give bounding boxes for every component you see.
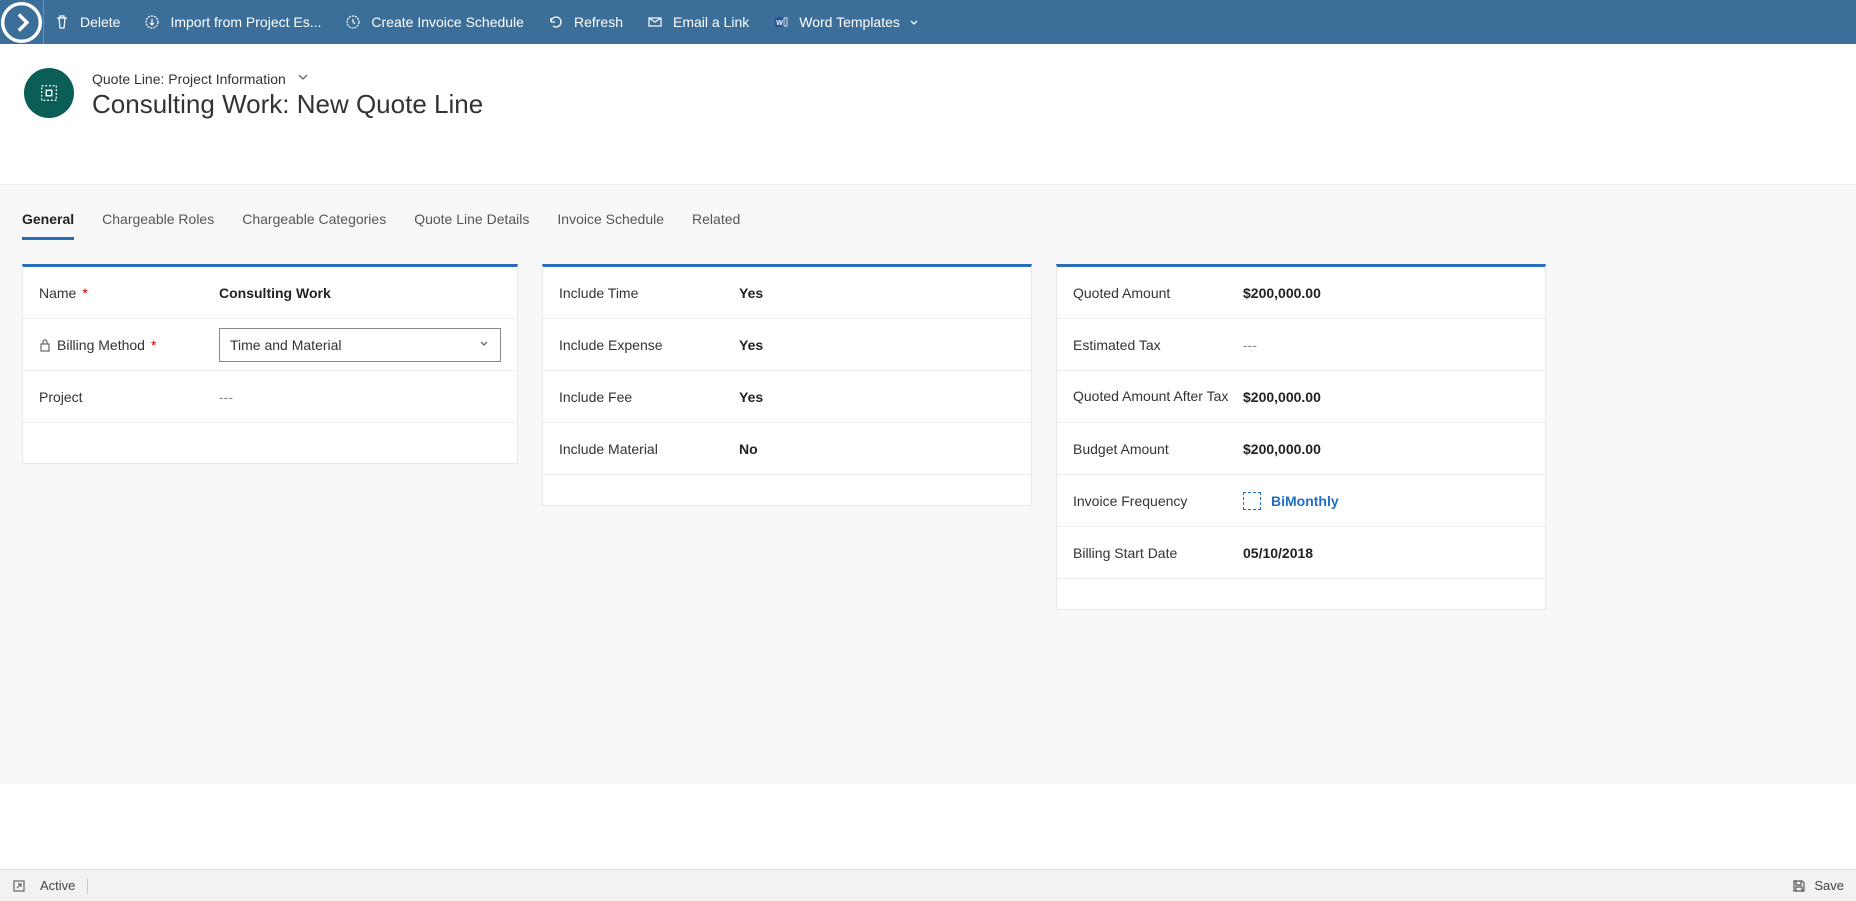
include-fee-field[interactable]: Yes — [739, 389, 1015, 405]
email-label: Email a Link — [673, 14, 749, 30]
quoted-after-tax-row: Quoted Amount After Tax $200,000.00 — [1057, 371, 1545, 423]
entity-badge — [24, 68, 74, 118]
tab-chargeable-categories[interactable]: Chargeable Categories — [242, 205, 386, 240]
estimated-tax-row: Estimated Tax --- — [1057, 319, 1545, 371]
invoice-frequency-lookup[interactable]: BiMonthly — [1243, 492, 1529, 510]
include-expense-label: Include Expense — [559, 337, 663, 353]
name-label: Name — [39, 285, 76, 301]
include-material-field[interactable]: No — [739, 441, 1015, 457]
include-material-row: Include Material No — [543, 423, 1031, 475]
lock-icon — [39, 338, 51, 352]
card-padding — [543, 475, 1031, 505]
budget-amount-field[interactable]: $200,000.00 — [1243, 441, 1529, 457]
include-fee-label: Include Fee — [559, 389, 632, 405]
form-body: General Chargeable Roles Chargeable Cate… — [0, 184, 1856, 784]
page-title: Consulting Work: New Quote Line — [92, 89, 483, 120]
billing-start-date-row: Billing Start Date 05/10/2018 — [1057, 527, 1545, 579]
billing-method-label: Billing Method — [57, 337, 145, 353]
budget-amount-row: Budget Amount $200,000.00 — [1057, 423, 1545, 475]
include-fee-row: Include Fee Yes — [543, 371, 1031, 423]
billing-start-date-field[interactable]: 05/10/2018 — [1243, 545, 1529, 561]
billing-method-select[interactable]: Time and Material — [219, 328, 501, 362]
estimated-tax-field[interactable]: --- — [1243, 337, 1529, 353]
save-button[interactable]: Save — [1792, 878, 1844, 893]
email-link-button[interactable]: Email a Link — [637, 0, 763, 44]
amounts-card: Quoted Amount $200,000.00 Estimated Tax … — [1056, 264, 1546, 610]
create-invoice-label: Create Invoice Schedule — [371, 14, 524, 30]
svg-text:W: W — [776, 20, 783, 27]
popout-icon[interactable] — [12, 879, 26, 893]
import-button[interactable]: Import from Project Es... — [134, 0, 335, 44]
divider — [87, 878, 88, 894]
delete-button[interactable]: Delete — [44, 0, 134, 44]
include-expense-row: Include Expense Yes — [543, 319, 1031, 371]
email-icon — [647, 14, 663, 30]
project-row: Project --- — [23, 371, 517, 423]
tab-invoice-schedule[interactable]: Invoice Schedule — [557, 205, 664, 240]
budget-amount-label: Budget Amount — [1073, 441, 1169, 457]
card-padding — [1057, 579, 1545, 609]
invoice-frequency-value: BiMonthly — [1271, 493, 1339, 509]
invoice-frequency-label: Invoice Frequency — [1073, 493, 1187, 509]
include-time-row: Include Time Yes — [543, 267, 1031, 319]
chevron-down-icon — [908, 16, 920, 28]
save-icon — [1792, 879, 1806, 893]
name-row: Name * Consulting Work — [23, 267, 517, 319]
billing-method-row: Billing Method * Time and Material — [23, 319, 517, 371]
include-expense-field[interactable]: Yes — [739, 337, 1015, 353]
card-padding — [23, 423, 517, 463]
include-material-label: Include Material — [559, 441, 658, 457]
quote-line-entity-icon — [38, 82, 60, 104]
trash-icon — [54, 14, 70, 30]
command-bar: Delete Import from Project Es... Create … — [0, 0, 1856, 44]
billing-start-date-label: Billing Start Date — [1073, 545, 1177, 561]
billing-method-value: Time and Material — [230, 337, 342, 353]
project-field[interactable]: --- — [219, 389, 501, 405]
tab-chargeable-roles[interactable]: Chargeable Roles — [102, 205, 214, 240]
breadcrumb-text: Quote Line: Project Information — [92, 71, 286, 87]
tab-bar: General Chargeable Roles Chargeable Cate… — [0, 205, 1856, 240]
include-time-label: Include Time — [559, 285, 638, 301]
form-selector[interactable]: Quote Line: Project Information — [92, 70, 483, 87]
word-templates-button[interactable]: W Word Templates — [763, 0, 934, 44]
chevron-right-circle-icon — [0, 1, 43, 44]
chevron-down-icon — [478, 337, 490, 353]
quoted-after-tax-label: Quoted Amount After Tax — [1073, 388, 1228, 405]
general-card: Name * Consulting Work Billing Method * … — [22, 264, 518, 464]
tab-general[interactable]: General — [22, 205, 74, 240]
tab-quote-line-details[interactable]: Quote Line Details — [414, 205, 529, 240]
tab-related[interactable]: Related — [692, 205, 740, 240]
required-marker: * — [151, 337, 156, 353]
lookup-entity-icon — [1243, 492, 1261, 510]
invoice-frequency-row: Invoice Frequency BiMonthly — [1057, 475, 1545, 527]
import-label: Import from Project Es... — [170, 14, 321, 30]
quoted-after-tax-field[interactable]: $200,000.00 — [1243, 389, 1529, 405]
refresh-button[interactable]: Refresh — [538, 0, 637, 44]
estimated-tax-label: Estimated Tax — [1073, 337, 1161, 353]
create-invoice-schedule-button[interactable]: Create Invoice Schedule — [335, 0, 538, 44]
name-field[interactable]: Consulting Work — [219, 285, 501, 301]
word-icon: W — [773, 14, 789, 30]
include-time-field[interactable]: Yes — [739, 285, 1015, 301]
refresh-icon — [548, 14, 564, 30]
quoted-amount-row: Quoted Amount $200,000.00 — [1057, 267, 1545, 319]
quoted-amount-label: Quoted Amount — [1073, 285, 1170, 301]
refresh-label: Refresh — [574, 14, 623, 30]
status-bar: Active Save — [0, 869, 1856, 901]
save-label: Save — [1814, 878, 1844, 893]
import-icon — [144, 14, 160, 30]
page-header: Quote Line: Project Information Consulti… — [0, 44, 1856, 184]
expand-command-bar-button[interactable] — [0, 0, 44, 44]
include-card: Include Time Yes Include Expense Yes Inc… — [542, 264, 1032, 506]
required-marker: * — [82, 285, 87, 301]
quoted-amount-field[interactable]: $200,000.00 — [1243, 285, 1529, 301]
chevron-down-icon — [296, 70, 310, 87]
word-label: Word Templates — [799, 14, 900, 30]
record-status: Active — [40, 878, 75, 893]
project-label: Project — [39, 389, 83, 405]
schedule-icon — [345, 14, 361, 30]
delete-label: Delete — [80, 14, 120, 30]
